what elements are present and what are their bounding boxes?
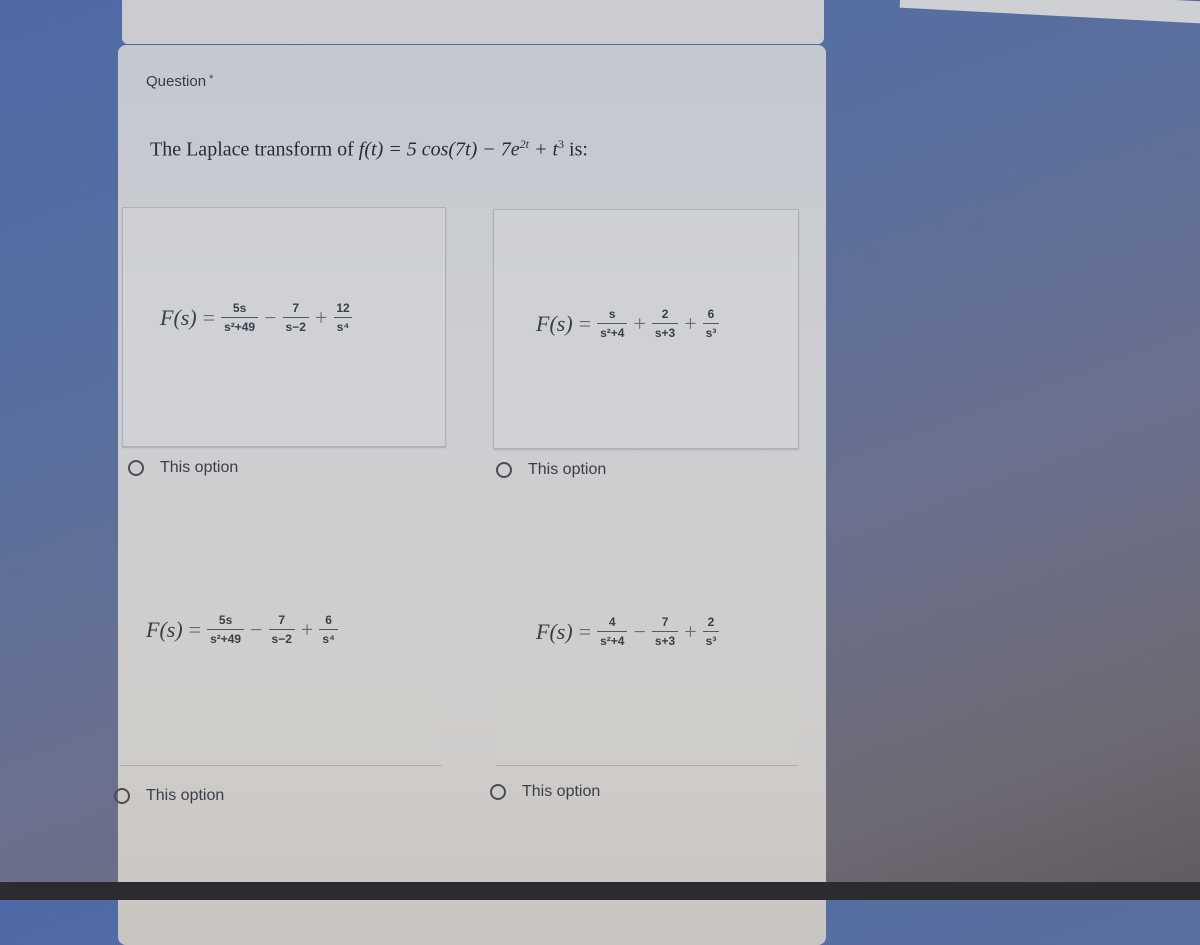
option-3-image[interactable] [120, 527, 442, 765]
fraction: 6 s⁴ [319, 613, 338, 646]
radio-button-icon[interactable] [490, 784, 506, 800]
radio-button-icon[interactable] [128, 460, 144, 476]
question-exp-sup: 2t [519, 137, 529, 151]
numerator: 7 [278, 613, 286, 627]
numerator: 6 [707, 307, 715, 321]
question-label-text: Question [146, 73, 207, 90]
fraction: 5s s²+49 [207, 613, 245, 646]
question-mid: + t [528, 138, 559, 161]
question-text: The Laplace transform of f(t) = 5 cos(7t… [150, 137, 588, 162]
formula-lhs: F(s) [146, 616, 183, 642]
equals-sign: = [578, 310, 592, 336]
numerator: 2 [661, 307, 669, 321]
option-2-formula: F(s) = s s²+4 + 2 s+3 + 6 s³ [536, 307, 720, 340]
option-1-radio-row[interactable]: This option [128, 459, 238, 477]
option-2-radio-row[interactable]: This option [496, 461, 606, 479]
denominator: s³ [702, 631, 720, 648]
fraction: 6 s³ [702, 307, 720, 340]
background-window-edge [899, 0, 1200, 25]
denominator: s²+49 [221, 317, 259, 334]
denominator: s⁴ [319, 629, 338, 646]
formula-lhs: F(s) [536, 310, 573, 336]
denominator: s−2 [282, 317, 309, 334]
screen-bezel [0, 882, 1200, 900]
question-prefix: The Laplace transform of [150, 138, 359, 161]
option-4-label[interactable]: This option [522, 783, 600, 801]
denominator: s+3 [651, 631, 679, 648]
denominator: s²+49 [207, 629, 245, 646]
question-card: Question * The Laplace transform of f(t) … [114, 45, 826, 945]
operator: + [314, 304, 328, 330]
numerator: 5s [232, 301, 247, 315]
fraction: 7 s+3 [651, 615, 679, 648]
operator: − [264, 304, 277, 330]
numerator: 4 [608, 615, 616, 629]
option-3-label[interactable]: This option [146, 787, 224, 805]
denominator: s²+4 [597, 323, 628, 340]
option-4-formula: F(s) = 4 s²+4 − 7 s+3 + 2 s³ [536, 615, 720, 648]
equals-sign: = [188, 616, 202, 642]
operator: + [633, 310, 646, 336]
question-function: f(t) = 5 cos(7t) − 7e [358, 138, 520, 161]
fraction: 7 s−2 [268, 613, 295, 646]
fraction: 2 s³ [702, 615, 720, 648]
fraction: 2 s+3 [651, 307, 679, 340]
option-3-radio-row[interactable]: This option [114, 787, 224, 805]
denominator: s⁴ [333, 317, 353, 334]
denominator: s²+4 [597, 631, 628, 648]
fraction: 4 s²+4 [597, 615, 628, 648]
fraction: 7 s−2 [282, 301, 309, 334]
option-1-label[interactable]: This option [160, 459, 238, 477]
operator: − [250, 616, 263, 642]
numerator: 7 [292, 301, 300, 315]
numerator: s [608, 307, 616, 321]
fraction: s s²+4 [597, 307, 628, 340]
numerator: 6 [325, 613, 332, 627]
formula-lhs: F(s) [536, 618, 573, 644]
operator: + [684, 618, 697, 644]
numerator: 2 [707, 615, 715, 629]
option-3-formula: F(s) = 5s s²+49 − 7 s−2 + 6 s⁴ [146, 613, 338, 646]
denominator: s−2 [268, 629, 295, 646]
operator: + [300, 616, 314, 642]
numerator: 7 [661, 615, 669, 629]
question-suffix: is: [564, 138, 588, 161]
equals-sign: = [202, 304, 216, 330]
option-1-formula: F(s) = 5s s²+49 − 7 s−2 + 12 s⁴ [160, 301, 353, 334]
radio-button-icon[interactable] [114, 788, 130, 804]
required-marker: * [209, 73, 214, 85]
fraction: 5s s²+49 [221, 301, 259, 334]
denominator: s+3 [651, 323, 679, 340]
numerator: 12 [336, 301, 350, 315]
numerator: 5s [218, 613, 233, 627]
question-label: Question * [146, 73, 213, 90]
equals-sign: = [578, 618, 592, 644]
radio-button-icon[interactable] [496, 462, 512, 478]
option-4-radio-row[interactable]: This option [490, 783, 600, 801]
previous-card [122, 0, 824, 44]
formula-lhs: F(s) [160, 304, 197, 330]
operator: − [633, 618, 646, 644]
fraction: 12 s⁴ [333, 301, 353, 334]
option-2-label[interactable]: This option [528, 461, 606, 479]
denominator: s³ [702, 323, 720, 340]
operator: + [684, 310, 697, 336]
